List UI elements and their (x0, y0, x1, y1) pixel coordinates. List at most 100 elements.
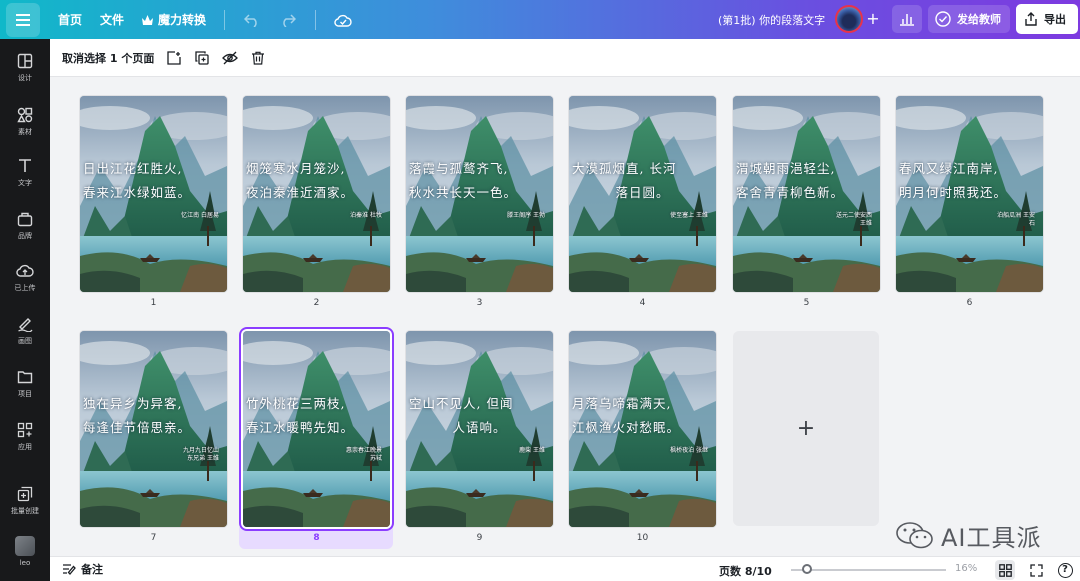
duplicate-page-button[interactable] (194, 50, 210, 66)
apps-icon (16, 421, 34, 439)
crown-icon (142, 14, 154, 25)
add-page-button[interactable] (166, 50, 182, 66)
sidebar-item-account[interactable]: leo (0, 536, 50, 567)
redo-button[interactable] (279, 11, 297, 29)
sidebar-item-uploads[interactable]: 已上传 (0, 262, 50, 293)
layout-icon (16, 52, 34, 70)
page-thumbnail[interactable]: 空山不见人, 但闻 人语响。 鹿柴 王维 (406, 331, 553, 527)
delete-page-button[interactable] (250, 50, 266, 66)
undo-button[interactable] (243, 11, 261, 29)
cloud-save-button[interactable] (334, 11, 352, 29)
magic-switch-button[interactable]: 魔力转换 (142, 11, 206, 28)
divider (315, 9, 317, 30)
poem-attribution: 泊船瓜洲 王安石 (997, 212, 1035, 227)
page-thumbnail[interactable]: 大漠孤烟直, 长河落日圆。使至塞上 王维 (569, 96, 716, 292)
sidebar-item-design[interactable]: 设计 (0, 52, 50, 83)
draw-icon (16, 315, 34, 333)
poem-attribution: 九月九日忆山东兄弟 王维 (182, 447, 219, 462)
top-bar: 首页 文件 魔力转换 (第1批) 你的段落文字 + 发给教师 导出 (0, 0, 1080, 39)
page-toolbar: 取消选择 1 个页面 (50, 39, 1080, 77)
poem-attribution: 滕王阁序 王勃 (507, 212, 545, 219)
page-number: 10 (636, 533, 649, 543)
poem-line-2: 秋水共长天一色。 (409, 185, 518, 200)
file-menu[interactable]: 文件 (100, 11, 124, 28)
page-count: 页数 8/10 (719, 565, 772, 578)
bottom-bar: 备注 页数 8/10 16% ? (50, 556, 1080, 581)
page-thumbnail[interactable]: 烟笼寒水月笼沙, 夜泊秦淮近酒家。 泊秦淮 杜牧 (243, 96, 390, 292)
page-number: 4 (639, 298, 646, 308)
sidebar-item-brand[interactable]: 品牌 (0, 210, 50, 241)
eye-off-icon (222, 51, 239, 64)
poem-line-2: 江枫渔火对愁眠。 (572, 420, 681, 435)
notes-button[interactable]: 备注 (62, 561, 103, 577)
wechat-logo-icon (896, 521, 933, 548)
sidebar-item-label: 批量创建 (11, 507, 39, 515)
page-thumbnail[interactable]: 月落乌啼霜满天, 江枫渔火对愁眠。 枫桥夜泊 张继 (569, 331, 716, 527)
add-page-icon (167, 50, 181, 65)
insights-button[interactable] (892, 5, 922, 33)
poem-line-1: 竹外桃花三两枝, (246, 396, 346, 411)
sidebar-item-text[interactable]: 文字 (0, 157, 50, 188)
poem-line-2: 每逢佳节倍思亲。 (83, 420, 192, 435)
fullscreen-button[interactable] (1026, 560, 1046, 580)
send-to-teacher-button[interactable]: 发给教师 (928, 5, 1010, 33)
document-title[interactable]: (第1批) 你的段落文字 (718, 12, 825, 28)
page-thumbnail[interactable]: 竹外桃花三两枝, 春江水暖鸭先知。惠崇春江晚景 苏轼 (243, 331, 390, 527)
page-thumbnail[interactable]: 日出江花红胜火, 春来江水绿如蓝。 忆江南 白居易 (80, 96, 227, 292)
sidebar-item-elements[interactable]: 素材 (0, 106, 50, 137)
home-link[interactable]: 首页 (58, 11, 82, 28)
notes-icon (63, 564, 76, 575)
poem-attribution: 使至塞上 王维 (670, 212, 708, 219)
sidebar-item-projects[interactable]: 项目 (0, 368, 50, 399)
poem-line-2: 明月何时照我还。 (899, 185, 1008, 200)
plus-icon: + (796, 416, 816, 441)
help-button[interactable]: ? (1055, 560, 1075, 580)
sidebar-item-label: 项目 (18, 390, 32, 398)
zoom-slider-track[interactable] (791, 569, 946, 571)
sidebar-item-label: 应用 (18, 443, 32, 451)
sidebar-item-draw[interactable]: 画图 (0, 315, 50, 346)
watermark: AI工具派 (895, 518, 1042, 553)
sidebar-item-apps[interactable]: 应用 (0, 421, 50, 452)
add-collaborator-button[interactable]: + (862, 7, 884, 31)
poem-line-1: 落霞与孤鹜齐飞, (409, 161, 509, 176)
sidebar-item-label: 设计 (18, 74, 32, 82)
page-number: 5 (803, 298, 810, 308)
notes-label: 备注 (81, 563, 103, 576)
page-thumbnail[interactable]: 春风又绿江南岸, 明月何时照我还。 泊船瓜洲 王安石 (896, 96, 1043, 292)
sidebar-item-label: 素材 (18, 128, 32, 136)
elements-icon (16, 106, 34, 124)
poem-attribution: 泊秦淮 杜牧 (350, 212, 382, 219)
zoom-level[interactable]: 16% (955, 563, 977, 574)
poem-attribution: 枫桥夜泊 张继 (670, 447, 708, 454)
poem-line-2: 春江水暖鸭先知。 (246, 420, 355, 435)
export-button[interactable]: 导出 (1016, 4, 1078, 34)
grid-view-button[interactable] (995, 560, 1015, 580)
page-number: 6 (966, 298, 973, 308)
page-thumbnail[interactable]: 落霞与孤鹜齐飞, 秋水共长天一色。滕王阁序 王勃 (406, 96, 553, 292)
page-thumbnail[interactable]: 渭城朝雨浥轻尘, 客舍青青柳色新。 送元二使安西 王维 (733, 96, 880, 292)
poem-line-2: 落日圆。 (615, 185, 670, 200)
collaborator-avatar[interactable] (835, 5, 863, 33)
check-circle-icon (935, 11, 951, 27)
poem-line-1: 大漠孤烟直, 长河 (572, 161, 677, 176)
sidebar-item-label: 品牌 (18, 232, 32, 240)
poem-attribution: 惠崇春江晚景 苏轼 (345, 447, 382, 462)
sidebar-item-label: 画图 (18, 337, 32, 345)
brand-icon (16, 210, 34, 228)
hide-page-button[interactable] (222, 50, 239, 66)
zoom-slider-handle[interactable] (802, 564, 812, 574)
page-thumbnail[interactable]: 独在异乡为异客, 每逢佳节倍思亲。九月九日忆山东兄弟 王维 (80, 331, 227, 527)
cloud-check-icon (334, 14, 352, 27)
fullscreen-icon (1029, 563, 1043, 577)
redo-icon (283, 13, 297, 27)
page-grid: + 日出江花红胜火, 春来江水绿如蓝。 忆江南 白居易 1 烟笼寒水月笼沙, 夜… (50, 77, 1080, 555)
sidebar-item-bulk-create[interactable]: 批量创建 (0, 485, 50, 516)
deselect-pages-button[interactable]: 取消选择 1 个页面 (62, 50, 154, 66)
share-upload-icon (1025, 12, 1037, 26)
poem-line-2: 夜泊秦淮近酒家。 (246, 185, 355, 200)
menu-button[interactable] (6, 2, 40, 37)
add-page-tile[interactable]: + (733, 331, 879, 526)
magic-switch-label: 魔力转换 (158, 13, 207, 27)
poem-line-1: 独在异乡为异客, (83, 396, 183, 411)
